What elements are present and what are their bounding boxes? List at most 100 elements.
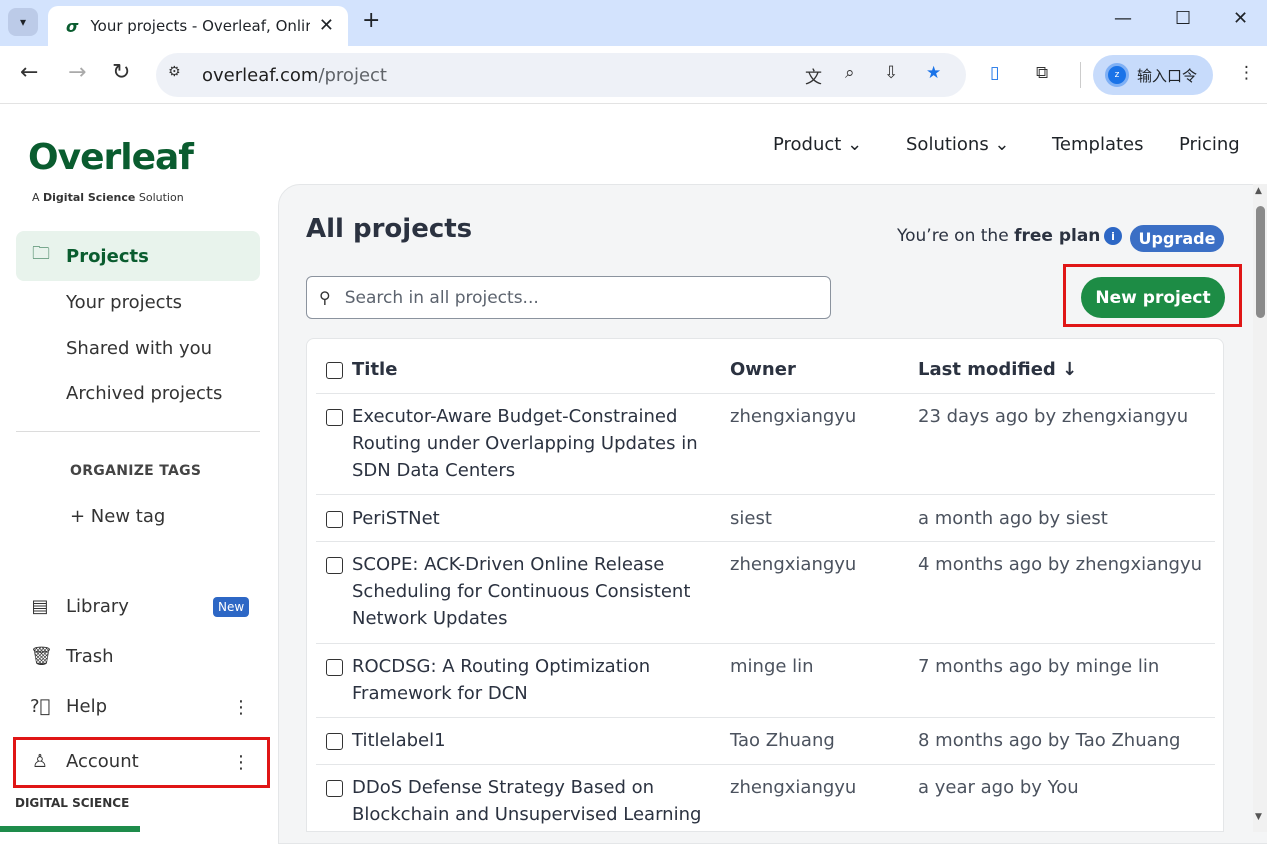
logo-tagline-prefix: A	[32, 191, 44, 204]
nav-pricing[interactable]: Pricing	[1179, 134, 1240, 155]
plan-name: free plan	[1014, 226, 1101, 246]
search-icon: ⚲	[319, 288, 331, 307]
profile-label: 输入口令	[1137, 66, 1198, 85]
scrollbar-thumb[interactable]	[1256, 206, 1265, 318]
close-tab-icon[interactable]: ✕	[319, 15, 334, 36]
new-project-button[interactable]: New project	[1081, 277, 1225, 318]
document-icon[interactable]: ▯	[990, 63, 999, 83]
digital-science-footer: DIGITAL SCIENCE	[15, 796, 130, 810]
nav-solutions[interactable]: Solutions ⌄	[906, 134, 1010, 155]
trash-icon: 🗑	[30, 646, 53, 667]
library-label: Library	[66, 596, 129, 617]
sidebar-item-archived-projects[interactable]: Archived projects	[66, 383, 222, 404]
project-last-modified: 8 months ago by Tao Zhuang	[918, 730, 1181, 751]
project-title-link[interactable]: PeriSTNet	[352, 505, 702, 532]
browser-tab[interactable]: σ Your projects - Overleaf, Onlir ✕	[48, 6, 348, 46]
overleaf-favicon-icon: σ	[66, 16, 79, 36]
scroll-down-icon[interactable]: ▼	[1255, 812, 1262, 822]
column-header-last-modified[interactable]: Last modified ↓	[918, 359, 1077, 380]
project-last-modified: 7 months ago by minge lin	[918, 656, 1160, 677]
new-tab-icon[interactable]: +	[362, 8, 380, 33]
forward-icon[interactable]: →	[68, 60, 86, 85]
sidebar-item-your-projects[interactable]: Your projects	[66, 292, 182, 313]
user-icon: ♙	[31, 751, 49, 772]
logo-tagline: A Digital Science Solution	[32, 191, 184, 204]
account-label: Account	[66, 751, 139, 772]
scroll-up-icon[interactable]: ▲	[1255, 186, 1262, 196]
project-owner: zhengxiangyu	[730, 554, 857, 575]
row-checkbox[interactable]	[326, 557, 343, 574]
project-last-modified: a year ago by You	[918, 777, 1079, 798]
sidebar-divider	[16, 431, 260, 432]
footer-accent-bar	[0, 826, 140, 832]
nav-templates[interactable]: Templates	[1052, 134, 1144, 155]
url-path: /project	[318, 64, 387, 86]
project-owner: zhengxiangyu	[730, 406, 857, 427]
help-icon: ?⃝	[30, 696, 51, 717]
column-header-title[interactable]: Title	[352, 359, 397, 380]
sidebar-item-library[interactable]: ▤ Library	[30, 596, 129, 617]
help-label: Help	[66, 696, 108, 717]
close-window-icon[interactable]: ✕	[1233, 8, 1248, 29]
project-owner: Tao Zhuang	[730, 730, 835, 751]
url-host: overleaf.com	[202, 64, 319, 86]
zoom-icon[interactable]: ⌕	[845, 63, 855, 83]
sidebar-item-help[interactable]: ?⃝ Help	[30, 696, 107, 717]
install-app-icon[interactable]: ⇩	[884, 63, 898, 83]
sidebar-item-shared-with-you[interactable]: Shared with you	[66, 338, 212, 359]
table-divider	[316, 643, 1215, 644]
trash-label: Trash	[66, 646, 114, 667]
maximize-icon[interactable]: ☐	[1175, 8, 1191, 29]
translate-icon[interactable]: 文	[805, 63, 822, 88]
sidebar-item-trash[interactable]: 🗑 Trash	[30, 646, 114, 667]
select-all-checkbox[interactable]	[326, 362, 343, 379]
row-checkbox[interactable]	[326, 659, 343, 676]
sidebar-item-projects[interactable]: 🗀 Projects	[16, 231, 260, 281]
toolbar-divider	[1080, 62, 1081, 88]
project-title-link[interactable]: SCOPE: ACK-Driven Online Release Schedul…	[352, 551, 702, 632]
table-divider	[316, 717, 1215, 718]
project-last-modified: a month ago by siest	[918, 508, 1108, 529]
search-field[interactable]: ⚲	[306, 276, 831, 319]
project-title-link[interactable]: Titlelabel1	[352, 727, 702, 754]
table-divider	[316, 764, 1215, 765]
plan-status: You’re on the free plan	[897, 226, 1100, 246]
row-checkbox[interactable]	[326, 409, 343, 426]
project-title-link[interactable]: ROCDSG: A Routing Optimization Framework…	[352, 653, 702, 707]
upgrade-button[interactable]: Upgrade	[1130, 225, 1224, 252]
organize-tags-heading: ORGANIZE TAGS	[70, 463, 202, 479]
tab-search-button[interactable]: ▾	[8, 8, 38, 36]
row-checkbox[interactable]	[326, 511, 343, 528]
plan-prefix: You’re on the	[897, 226, 1015, 246]
logo-tagline-suffix: Solution	[135, 191, 184, 204]
book-icon: ▤	[31, 596, 49, 617]
sidebar-item-account[interactable]: ♙ Account	[30, 751, 139, 772]
site-info-icon[interactable]: ⚙	[168, 64, 181, 80]
project-title-link[interactable]: DDoS Defense Strategy Based on Blockchai…	[352, 774, 712, 828]
nav-product[interactable]: Product ⌄	[773, 134, 862, 155]
row-checkbox[interactable]	[326, 733, 343, 750]
back-icon[interactable]: ←	[20, 60, 38, 85]
page-title: All projects	[306, 214, 473, 244]
help-menu-icon[interactable]: ⋮	[232, 697, 250, 718]
project-owner: minge lin	[730, 656, 814, 677]
bookmark-star-icon[interactable]: ★	[926, 63, 941, 83]
extensions-icon[interactable]: ⧉	[1036, 63, 1048, 83]
row-checkbox[interactable]	[326, 780, 343, 797]
project-owner: siest	[730, 508, 772, 529]
table-divider	[316, 494, 1215, 495]
overleaf-logo[interactable]: Overleaf	[28, 137, 194, 178]
profile-button[interactable]: z 输入口令	[1093, 55, 1213, 95]
minimize-icon[interactable]: —	[1114, 8, 1132, 29]
search-input[interactable]	[342, 286, 783, 309]
info-icon[interactable]: i	[1104, 227, 1122, 245]
new-tag-button[interactable]: + New tag	[70, 506, 165, 527]
column-header-owner[interactable]: Owner	[730, 359, 796, 380]
account-menu-icon[interactable]: ⋮	[232, 752, 250, 773]
project-title-link[interactable]: Executor-Aware Budget-Constrained Routin…	[352, 403, 702, 484]
folder-icon: 🗀	[32, 243, 50, 264]
project-owner: zhengxiangyu	[730, 777, 857, 798]
reload-icon[interactable]: ↻	[112, 60, 130, 85]
logo-tagline-brand: Digital Science	[43, 191, 136, 204]
browser-menu-icon[interactable]: ⋮	[1238, 63, 1255, 83]
